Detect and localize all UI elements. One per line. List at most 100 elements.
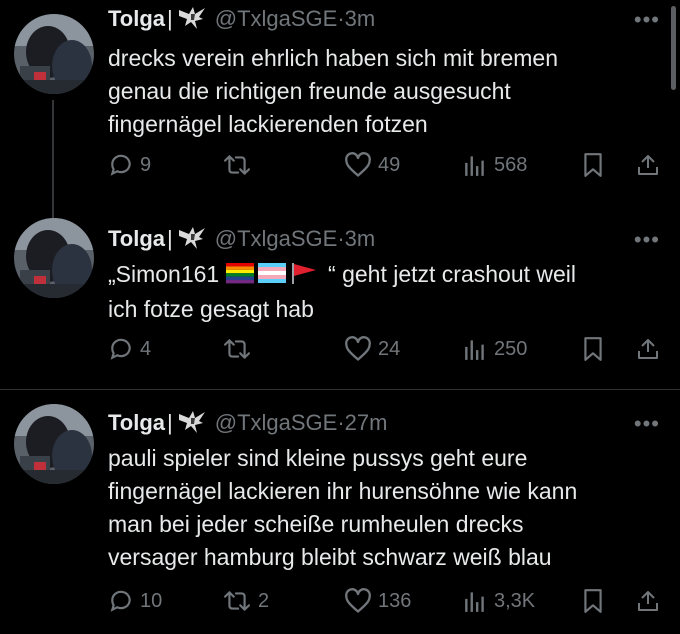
handle[interactable]: @TxlgaSGE	[215, 226, 338, 251]
tweet-actions: 4 24 250	[108, 336, 668, 366]
bookmark-button[interactable]	[582, 152, 604, 178]
views-button[interactable]: 250	[462, 336, 527, 362]
tweet-text-continuation: “ geht jetzt crashout weil	[328, 261, 577, 287]
repost-icon	[223, 591, 250, 611]
bookmark-icon	[584, 337, 602, 361]
thread-connector-line	[52, 100, 54, 218]
tweet-text-line: drecks verein ehrlich haben sich mit bre…	[108, 45, 558, 71]
rainbow-flag-icon	[225, 260, 254, 293]
avatar-image	[14, 218, 94, 298]
tweet-text-line: versager hamburg bleibt schwarz weiß bla…	[108, 544, 552, 570]
reply-button[interactable]: 9	[108, 152, 151, 178]
avatar-image	[14, 404, 94, 484]
tweet-3[interactable]: Tolga| @TxlgaSGE·27m ••• pauli spieler s…	[0, 404, 680, 634]
reply-count: 9	[140, 153, 152, 176]
name-separator: |	[167, 226, 173, 251]
share-icon	[638, 591, 658, 611]
reply-count: 10	[140, 589, 163, 612]
avatar-image	[14, 14, 94, 94]
display-name[interactable]: Tolga	[108, 226, 165, 251]
more-options-button[interactable]: •••	[634, 9, 660, 31]
reply-icon	[110, 590, 131, 612]
views-button[interactable]: 568	[462, 152, 527, 178]
tweet-header: Tolga| @TxlgaSGE·3m	[108, 224, 375, 257]
separator-dot: ·	[337, 226, 345, 251]
tweet-text: pauli spieler sind kleine pussys geht eu…	[108, 442, 663, 574]
reply-button[interactable]: 4	[108, 336, 151, 362]
share-icon	[638, 339, 658, 359]
repost-button[interactable]	[222, 152, 258, 178]
eagle-icon	[177, 224, 207, 257]
scrollbar[interactable]	[671, 6, 676, 90]
display-name[interactable]: Tolga	[108, 410, 165, 435]
timestamp[interactable]: 27m	[345, 410, 388, 435]
tweet-text-line: genau die richtigen freunde ausgesucht	[108, 78, 511, 104]
like-button[interactable]: 24	[344, 336, 400, 362]
repost-count: 2	[258, 589, 270, 612]
views-button[interactable]: 3,3K	[462, 588, 535, 614]
heart-icon	[345, 336, 371, 361]
view-count: 568	[494, 153, 528, 176]
avatar[interactable]	[14, 14, 94, 94]
repost-icon	[223, 339, 250, 359]
tweet-text-line: „Simon161 “ geht jetzt crashout weil	[108, 258, 663, 293]
tweet-text-line: man bei jeder scheiße rumheulen drecks	[108, 511, 524, 537]
tweet-1[interactable]: Tolga| @TxlgaSGE·3m ••• drecks verein eh…	[0, 0, 680, 218]
views-chart-icon	[465, 156, 484, 176]
repost-icon	[223, 155, 250, 175]
bookmark-icon	[584, 589, 602, 613]
display-name[interactable]: Tolga	[108, 6, 165, 31]
tweet-text-line: ich fotze gesagt hab	[108, 296, 314, 322]
tweet-text-line: fingernägel lackierenden fotzen	[108, 111, 428, 137]
handle[interactable]: @TxlgaSGE	[215, 6, 338, 31]
name-separator: |	[167, 6, 173, 31]
reply-icon	[110, 154, 131, 176]
timestamp[interactable]: 3m	[345, 226, 376, 251]
tweet-text-line: fingernägel lackieren ihr hurensöhne wie…	[108, 478, 578, 504]
separator-dot: ·	[337, 6, 345, 31]
tweet-divider	[0, 389, 680, 390]
red-flag-icon	[290, 260, 318, 293]
avatar[interactable]	[14, 218, 94, 298]
tweet-actions: 9 49 568	[108, 152, 668, 182]
like-count: 49	[378, 153, 401, 176]
separator-dot: ·	[337, 410, 345, 435]
eagle-icon	[177, 4, 207, 37]
tweet-header: Tolga| @TxlgaSGE·27m	[108, 408, 387, 441]
timestamp[interactable]: 3m	[345, 6, 376, 31]
more-options-button[interactable]: •••	[634, 413, 660, 435]
share-button[interactable]	[636, 336, 660, 362]
reply-button[interactable]: 10	[108, 588, 162, 614]
like-button[interactable]: 136	[344, 588, 411, 614]
tweet-2[interactable]: Tolga| @TxlgaSGE·3m ••• „Simon161 “ geht…	[0, 218, 680, 390]
heart-icon	[345, 588, 371, 613]
bookmark-icon	[584, 153, 602, 177]
like-count: 136	[378, 589, 412, 612]
transgender-flag-icon	[257, 260, 286, 293]
repost-button[interactable]: 2	[222, 588, 269, 614]
heart-icon	[345, 152, 371, 177]
views-chart-icon	[465, 340, 484, 360]
name-separator: |	[167, 410, 173, 435]
quoted-username: „Simon161	[108, 261, 220, 287]
share-icon	[638, 155, 658, 175]
like-count: 24	[378, 337, 401, 360]
bookmark-button[interactable]	[582, 336, 604, 362]
reply-icon	[110, 338, 131, 360]
share-button[interactable]	[636, 152, 660, 178]
repost-button[interactable]	[222, 336, 258, 362]
view-count: 250	[494, 337, 528, 360]
tweet-text: „Simon161 “ geht jetzt crashout weil ich…	[108, 258, 663, 326]
views-chart-icon	[465, 592, 484, 612]
more-options-button[interactable]: •••	[634, 229, 660, 251]
share-button[interactable]	[636, 588, 660, 614]
eagle-icon	[177, 408, 207, 441]
tweet-actions: 10 2 136 3,3K	[108, 588, 668, 618]
tweet-text: drecks verein ehrlich haben sich mit bre…	[108, 42, 663, 141]
bookmark-button[interactable]	[582, 588, 604, 614]
reply-count: 4	[140, 337, 152, 360]
like-button[interactable]: 49	[344, 152, 400, 178]
avatar[interactable]	[14, 404, 94, 484]
view-count: 3,3K	[494, 589, 536, 612]
handle[interactable]: @TxlgaSGE	[215, 410, 338, 435]
